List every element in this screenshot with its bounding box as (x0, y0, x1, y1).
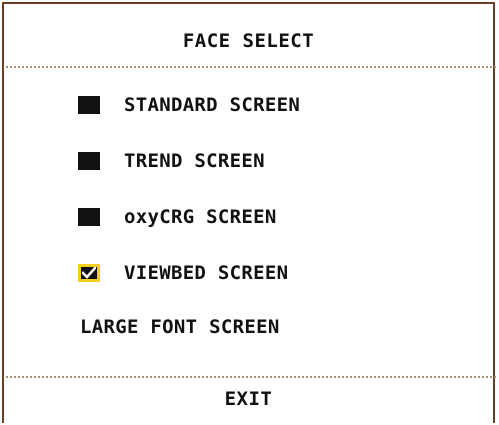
bottom-divider (6, 376, 496, 378)
option-label: TREND SCREEN (124, 150, 265, 172)
checkbox-trend-screen[interactable] (78, 152, 100, 170)
checkmark-icon (82, 267, 96, 279)
face-select-dialog: FACE SELECT STANDARD SCREEN TREND SCREEN… (2, 2, 496, 423)
option-label: VIEWBED SCREEN (124, 262, 289, 284)
checkbox-oxycrg-screen[interactable] (78, 208, 100, 226)
checkbox-standard-screen[interactable] (78, 96, 100, 114)
checkbox-viewbed-screen[interactable] (78, 264, 100, 282)
option-oxycrg-screen[interactable]: oxyCRG SCREEN (78, 203, 277, 231)
option-label: oxyCRG SCREEN (124, 206, 277, 228)
option-viewbed-screen[interactable]: VIEWBED SCREEN (78, 259, 288, 287)
option-standard-screen[interactable]: STANDARD SCREEN (78, 91, 300, 119)
exit-button[interactable]: EXIT (4, 388, 493, 410)
option-label: STANDARD SCREEN (124, 94, 301, 116)
top-divider (6, 66, 496, 68)
option-trend-screen[interactable]: TREND SCREEN (78, 147, 265, 175)
large-font-screen-option[interactable]: LARGE FONT SCREEN (80, 316, 280, 338)
dialog-title: FACE SELECT (182, 30, 315, 52)
